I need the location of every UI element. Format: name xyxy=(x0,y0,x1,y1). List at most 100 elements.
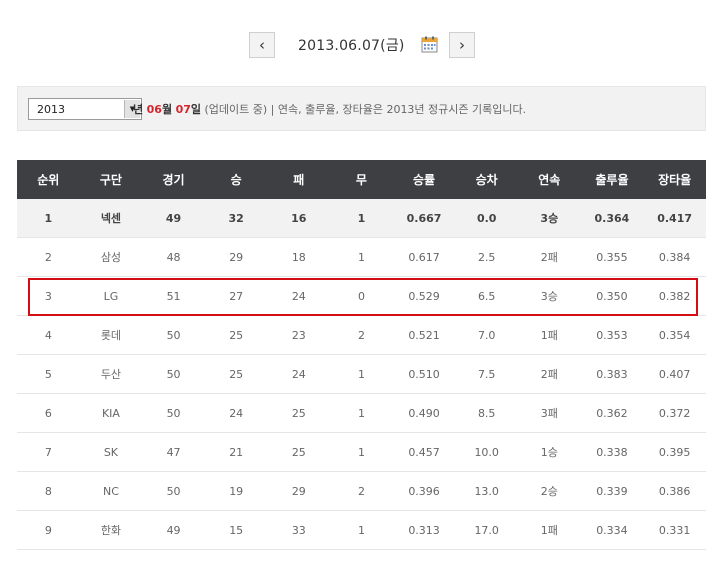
cell-games: 47 xyxy=(142,432,205,472)
cell-win-pct: 0.490 xyxy=(392,393,456,433)
current-date: 2013.06.07(금) xyxy=(298,38,405,54)
cell-games: 50 xyxy=(142,393,205,433)
cell-obp: 0.350 xyxy=(580,276,644,316)
cell-slg: 0.331 xyxy=(643,510,706,550)
cell-rank: 8 xyxy=(17,471,80,511)
cell-games-behind: 8.5 xyxy=(455,393,518,433)
cell-streak: 3승 xyxy=(518,276,581,316)
cell-rank: 9 xyxy=(17,510,80,550)
cell-rank: 3 xyxy=(17,276,80,316)
cell-games: 50 xyxy=(142,471,205,511)
table-header-row: 순위 구단 경기 승 패 무 승률 승차 연속 출루율 장타율 xyxy=(17,160,706,199)
table-row: 5 두산 50 25 24 1 0.510 7.5 2패 0.383 0.407 xyxy=(17,354,706,394)
cell-streak: 3패 xyxy=(518,393,581,433)
cell-obp: 0.362 xyxy=(580,393,644,433)
cell-losses: 25 xyxy=(267,393,331,433)
cell-draws: 1 xyxy=(330,510,393,550)
table-row: 2 삼성 48 29 18 1 0.617 2.5 2패 0.355 0.384 xyxy=(17,237,706,277)
col-losses: 패 xyxy=(267,160,331,199)
cell-draws: 0 xyxy=(330,276,393,316)
month-value: 06 xyxy=(146,103,162,116)
cell-slg: 0.407 xyxy=(643,354,706,394)
table-row: 8 NC 50 19 29 2 0.396 13.0 2승 0.339 0.386 xyxy=(17,471,706,511)
cell-games-behind: 7.5 xyxy=(455,354,518,394)
cell-slg: 0.354 xyxy=(643,315,706,355)
cell-obp: 0.339 xyxy=(580,471,644,511)
cell-team: NC xyxy=(79,471,143,511)
table-row: 1 넥센 49 32 16 1 0.667 0.0 3승 0.364 0.417 xyxy=(17,199,706,238)
cell-losses: 16 xyxy=(267,199,331,238)
cell-games: 48 xyxy=(142,237,205,277)
cell-streak: 1승 xyxy=(518,432,581,472)
table-row: 3 LG 51 27 24 0 0.529 6.5 3승 0.350 0.382 xyxy=(17,276,706,316)
cell-team: 넥센 xyxy=(79,199,143,238)
cell-slg: 0.384 xyxy=(643,237,706,277)
cell-team: SK xyxy=(79,432,143,472)
cell-slg: 0.395 xyxy=(643,432,706,472)
cell-obp: 0.355 xyxy=(580,237,644,277)
cell-win-pct: 0.521 xyxy=(392,315,456,355)
cell-win-pct: 0.617 xyxy=(392,237,456,277)
cell-obp: 0.353 xyxy=(580,315,644,355)
cell-slg: 0.417 xyxy=(643,199,706,238)
cell-win-pct: 0.313 xyxy=(392,510,456,550)
cell-streak: 2패 xyxy=(518,354,581,394)
col-obp: 출루율 xyxy=(580,160,644,199)
cell-games-behind: 17.0 xyxy=(455,510,518,550)
cell-win-pct: 0.667 xyxy=(392,199,456,238)
cell-team: 롯데 xyxy=(79,315,143,355)
cell-slg: 0.382 xyxy=(643,276,706,316)
col-games-behind: 승차 xyxy=(455,160,518,199)
cell-wins: 19 xyxy=(204,471,268,511)
cell-rank: 6 xyxy=(17,393,80,433)
cell-games: 50 xyxy=(142,354,205,394)
cell-games: 49 xyxy=(142,199,205,238)
cell-obp: 0.334 xyxy=(580,510,644,550)
day-value: 07 xyxy=(175,103,191,116)
table-row: 4 롯데 50 25 23 2 0.521 7.0 1패 0.353 0.354 xyxy=(17,315,706,355)
next-date-button[interactable]: › xyxy=(449,32,475,58)
year-unit: 년 xyxy=(133,103,144,116)
month-unit: 월 xyxy=(161,103,173,116)
day-unit: 일 xyxy=(190,103,201,116)
year-select-value: 2013 xyxy=(37,103,65,116)
cell-streak: 2승 xyxy=(518,471,581,511)
cell-losses: 25 xyxy=(267,432,331,472)
cell-draws: 1 xyxy=(330,199,393,238)
col-wins: 승 xyxy=(204,160,268,199)
cell-obp: 0.338 xyxy=(580,432,644,472)
col-team: 구단 xyxy=(79,160,143,199)
cell-streak: 1패 xyxy=(518,510,581,550)
col-games: 경기 xyxy=(142,160,205,199)
cell-draws: 1 xyxy=(330,237,393,277)
year-select[interactable]: 2013 ▼ xyxy=(28,98,142,120)
cell-losses: 18 xyxy=(267,237,331,277)
calendar-icon[interactable] xyxy=(421,36,438,53)
cell-obp: 0.383 xyxy=(580,354,644,394)
cell-losses: 23 xyxy=(267,315,331,355)
cell-wins: 27 xyxy=(204,276,268,316)
standings-table: 순위 구단 경기 승 패 무 승률 승차 연속 출루율 장타율 1 넥센 49 32 1… xyxy=(17,160,706,550)
cell-slg: 0.386 xyxy=(643,471,706,511)
col-win-pct: 승률 xyxy=(392,160,456,199)
table-row: 7 SK 47 21 25 1 0.457 10.0 1승 0.338 0.395 xyxy=(17,432,706,472)
cell-wins: 24 xyxy=(204,393,268,433)
cell-rank: 7 xyxy=(17,432,80,472)
cell-win-pct: 0.457 xyxy=(392,432,456,472)
cell-wins: 25 xyxy=(204,315,268,355)
cell-rank: 5 xyxy=(17,354,80,394)
cell-win-pct: 0.396 xyxy=(392,471,456,511)
cell-rank: 2 xyxy=(17,237,80,277)
cell-games-behind: 7.0 xyxy=(455,315,518,355)
prev-date-button[interactable]: ‹ xyxy=(249,32,275,58)
date-navigation: ‹ 2013.06.07(금) › xyxy=(249,32,477,58)
cell-draws: 1 xyxy=(330,393,393,433)
cell-games-behind: 10.0 xyxy=(455,432,518,472)
cell-obp: 0.364 xyxy=(580,199,644,238)
col-rank: 순위 xyxy=(17,160,80,199)
table-row: 6 KIA 50 24 25 1 0.490 8.5 3패 0.362 0.372 xyxy=(17,393,706,433)
col-streak: 연속 xyxy=(518,160,581,199)
cell-games-behind: 6.5 xyxy=(455,276,518,316)
cell-rank: 4 xyxy=(17,315,80,355)
cell-draws: 1 xyxy=(330,354,393,394)
